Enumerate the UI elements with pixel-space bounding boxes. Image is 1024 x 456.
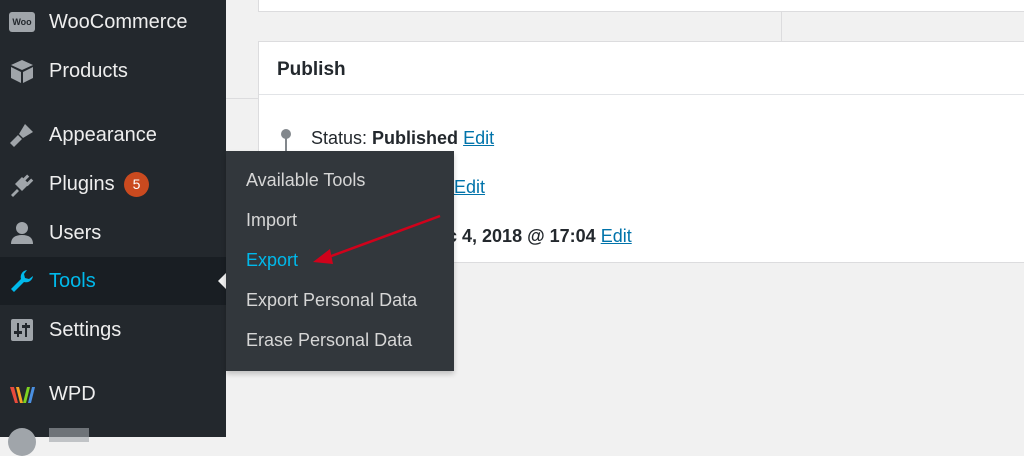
sidebar-item-label: Users	[49, 221, 102, 244]
sidebar-item-woocommerce[interactable]: Woo WooCommerce	[0, 0, 226, 46]
wrench-icon	[8, 267, 36, 295]
wpd-logo-icon	[8, 380, 36, 408]
submenu-item-import[interactable]: Import	[246, 210, 297, 231]
publish-title: Publish	[277, 59, 346, 80]
sliders-icon	[8, 316, 36, 344]
submenu-item-available-tools[interactable]: Available Tools	[246, 170, 365, 191]
submenu-item-export[interactable]: Export	[246, 250, 298, 271]
update-count-badge: 5	[124, 171, 149, 197]
sidebar-item-label: Products	[49, 59, 128, 82]
status-row: Status: Published Edit	[311, 128, 494, 149]
box-icon	[8, 57, 36, 85]
sidebar-item-label: Settings	[49, 318, 122, 341]
admin-sidebar: Woo WooCommerce Products Appearance Plug…	[0, 0, 226, 456]
status-value: Published	[372, 128, 459, 148]
woo-icon: Woo	[8, 8, 36, 36]
divider	[259, 94, 1024, 95]
sidebar-item-appearance[interactable]: Appearance	[0, 111, 226, 159]
sidebar-item-label: WPD	[49, 382, 96, 405]
previous-metabox	[258, 0, 1024, 12]
submenu-item-export-personal-data[interactable]: Export Personal Data	[246, 290, 417, 311]
status-label: Status:	[311, 128, 368, 148]
status-edit-link[interactable]: Edit	[463, 128, 494, 148]
submenu-item-erase-personal-data[interactable]: Erase Personal Data	[246, 330, 412, 351]
published-date-row: ec 4, 2018 @ 17:04 Edit	[437, 226, 632, 247]
visibility-edit-link[interactable]: Edit	[454, 177, 485, 198]
partial-menu-icon	[8, 428, 36, 456]
date-edit-link[interactable]: Edit	[601, 226, 632, 246]
partial-menu-label	[49, 428, 89, 442]
paintbrush-icon	[8, 121, 36, 149]
published-date: ec 4, 2018 @ 17:04	[437, 226, 596, 246]
current-menu-arrow	[218, 273, 226, 289]
sidebar-item-label: WooCommerce	[49, 10, 188, 33]
user-icon	[8, 219, 36, 247]
tools-submenu-flyout: Available Tools Import Export Export Per…	[226, 151, 454, 371]
sidebar-item-tools[interactable]: Tools	[0, 257, 226, 305]
sidebar-item-label: Appearance	[49, 123, 157, 146]
sidebar-item-label: Plugins	[49, 172, 115, 195]
sidebar-item-settings[interactable]: Settings	[0, 306, 226, 354]
sidebar-item-users[interactable]: Users	[0, 209, 226, 257]
sidebar-item-plugins[interactable]: Plugins 5	[0, 160, 226, 208]
sidebar-item-label: Tools	[49, 269, 96, 292]
plug-icon	[8, 170, 36, 198]
sidebar-item-wpd[interactable]: WPD	[0, 370, 226, 418]
sidebar-item-products[interactable]: Products	[0, 47, 226, 95]
